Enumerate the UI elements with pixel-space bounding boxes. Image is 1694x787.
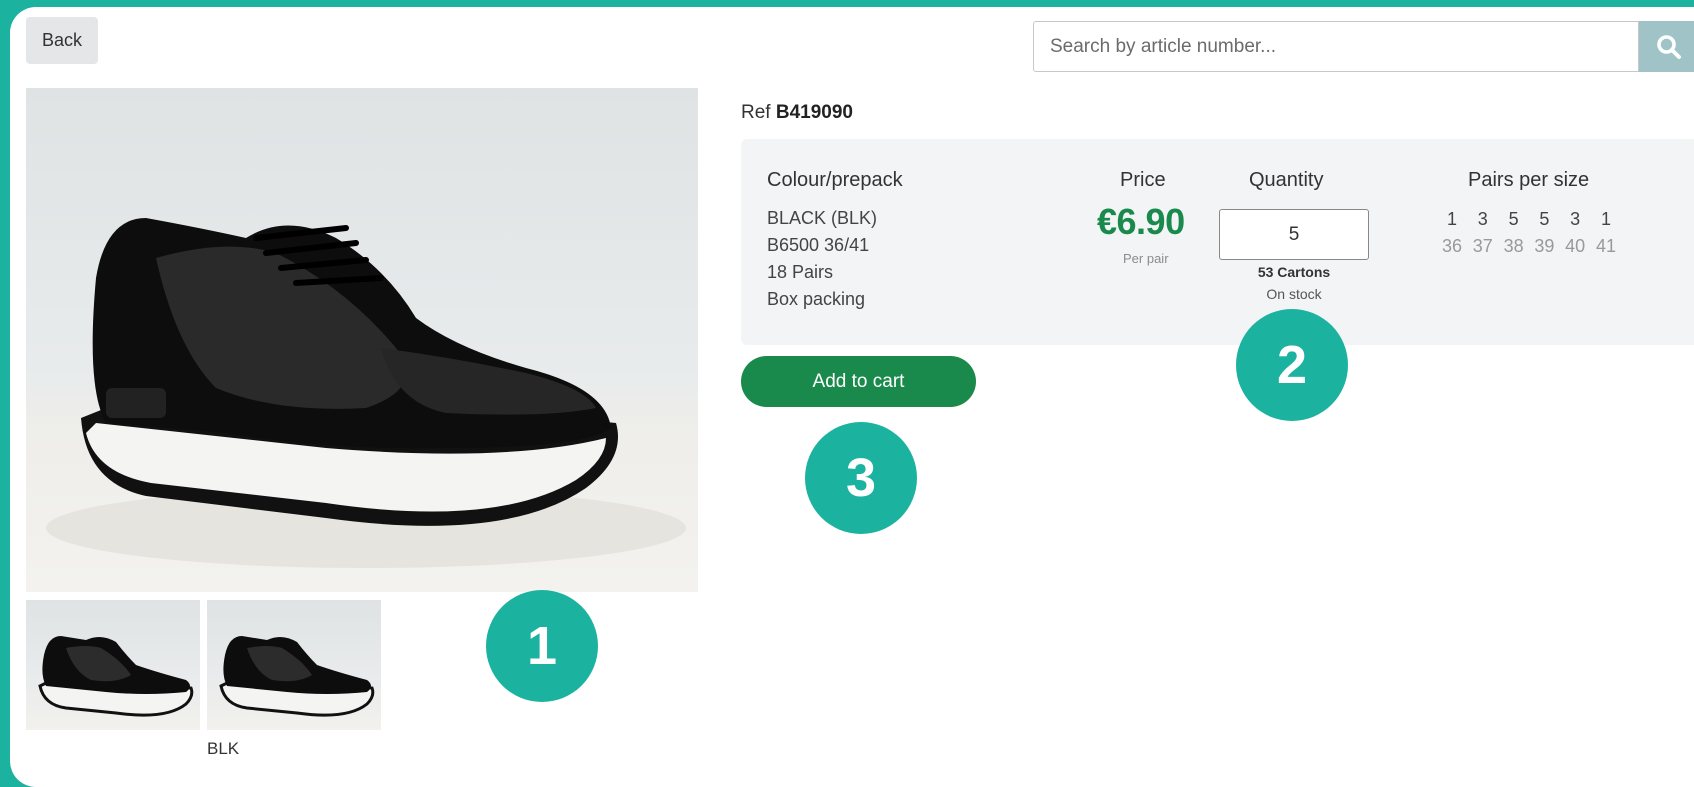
pairs-count: 18 Pairs — [767, 262, 834, 282]
colour-prepack-header: Colour/prepack — [767, 169, 903, 191]
colour-prepack-info: BLACK (BLK) B6500 36/41 18 Pairs Box pac… — [767, 205, 877, 313]
sneaker-image — [46, 218, 686, 568]
pairs-per-size-header: Pairs per size — [1468, 169, 1590, 191]
thumbnail-1[interactable] — [26, 600, 200, 730]
thumbnail-colour-label: BLK — [207, 739, 240, 758]
pair-count: 3 — [1477, 209, 1488, 229]
size-label: 37 — [1472, 236, 1493, 256]
size-label: 40 — [1565, 236, 1586, 256]
pairs-per-size-counts: 1 3 5 5 3 1 — [1439, 209, 1619, 230]
pair-count: 1 — [1446, 209, 1457, 229]
prepack-code: B6500 36/41 — [767, 235, 870, 255]
add-to-cart-button[interactable]: Add to cart — [741, 356, 976, 407]
product-reference: Ref B419090 — [741, 102, 853, 124]
size-label: 36 — [1441, 236, 1463, 256]
packing-type: Box packing — [767, 289, 866, 309]
ref-prefix: Ref — [741, 102, 771, 123]
per-pair-label: Per pair — [1123, 251, 1169, 266]
sneaker-thumbnail-1 — [38, 636, 194, 717]
stock-status: On stock — [1266, 286, 1322, 302]
step-marker-2: 2 — [1236, 309, 1348, 421]
price-value: €6.90 — [1097, 201, 1185, 242]
colour-name: BLACK (BLK) — [767, 208, 878, 228]
size-labels: 36 37 38 39 40 41 — [1439, 236, 1619, 257]
step-marker-1: 1 — [486, 590, 598, 702]
search-input[interactable] — [1033, 21, 1639, 72]
search-icon — [1657, 34, 1681, 59]
search-button[interactable] — [1639, 21, 1694, 72]
sneaker-thumbnail-2 — [219, 636, 375, 717]
search-bar — [1033, 21, 1694, 72]
step-marker-3: 3 — [805, 422, 917, 534]
back-button[interactable]: Back — [26, 17, 98, 64]
ref-number: B419090 — [775, 102, 853, 123]
pair-count: 5 — [1508, 209, 1519, 229]
quantity-input[interactable] — [1219, 209, 1369, 260]
quantity-header: Quantity — [1249, 169, 1324, 191]
pair-count: 1 — [1600, 209, 1611, 229]
thumbnail-2[interactable] — [207, 600, 381, 730]
size-label: 41 — [1595, 236, 1616, 256]
size-label: 38 — [1503, 236, 1524, 256]
price-header: Price — [1120, 169, 1166, 191]
product-main-image — [26, 88, 698, 592]
app-frame: Back Search by article number... BLK Ref… — [10, 7, 1694, 787]
size-label: 39 — [1534, 236, 1555, 256]
cartons-available: 53 Cartons — [1257, 264, 1331, 280]
product-details-panel: Colour/prepack BLACK (BLK) B6500 36/41 1… — [741, 139, 1694, 345]
pair-count: 5 — [1539, 209, 1550, 229]
pair-count: 3 — [1570, 209, 1581, 229]
